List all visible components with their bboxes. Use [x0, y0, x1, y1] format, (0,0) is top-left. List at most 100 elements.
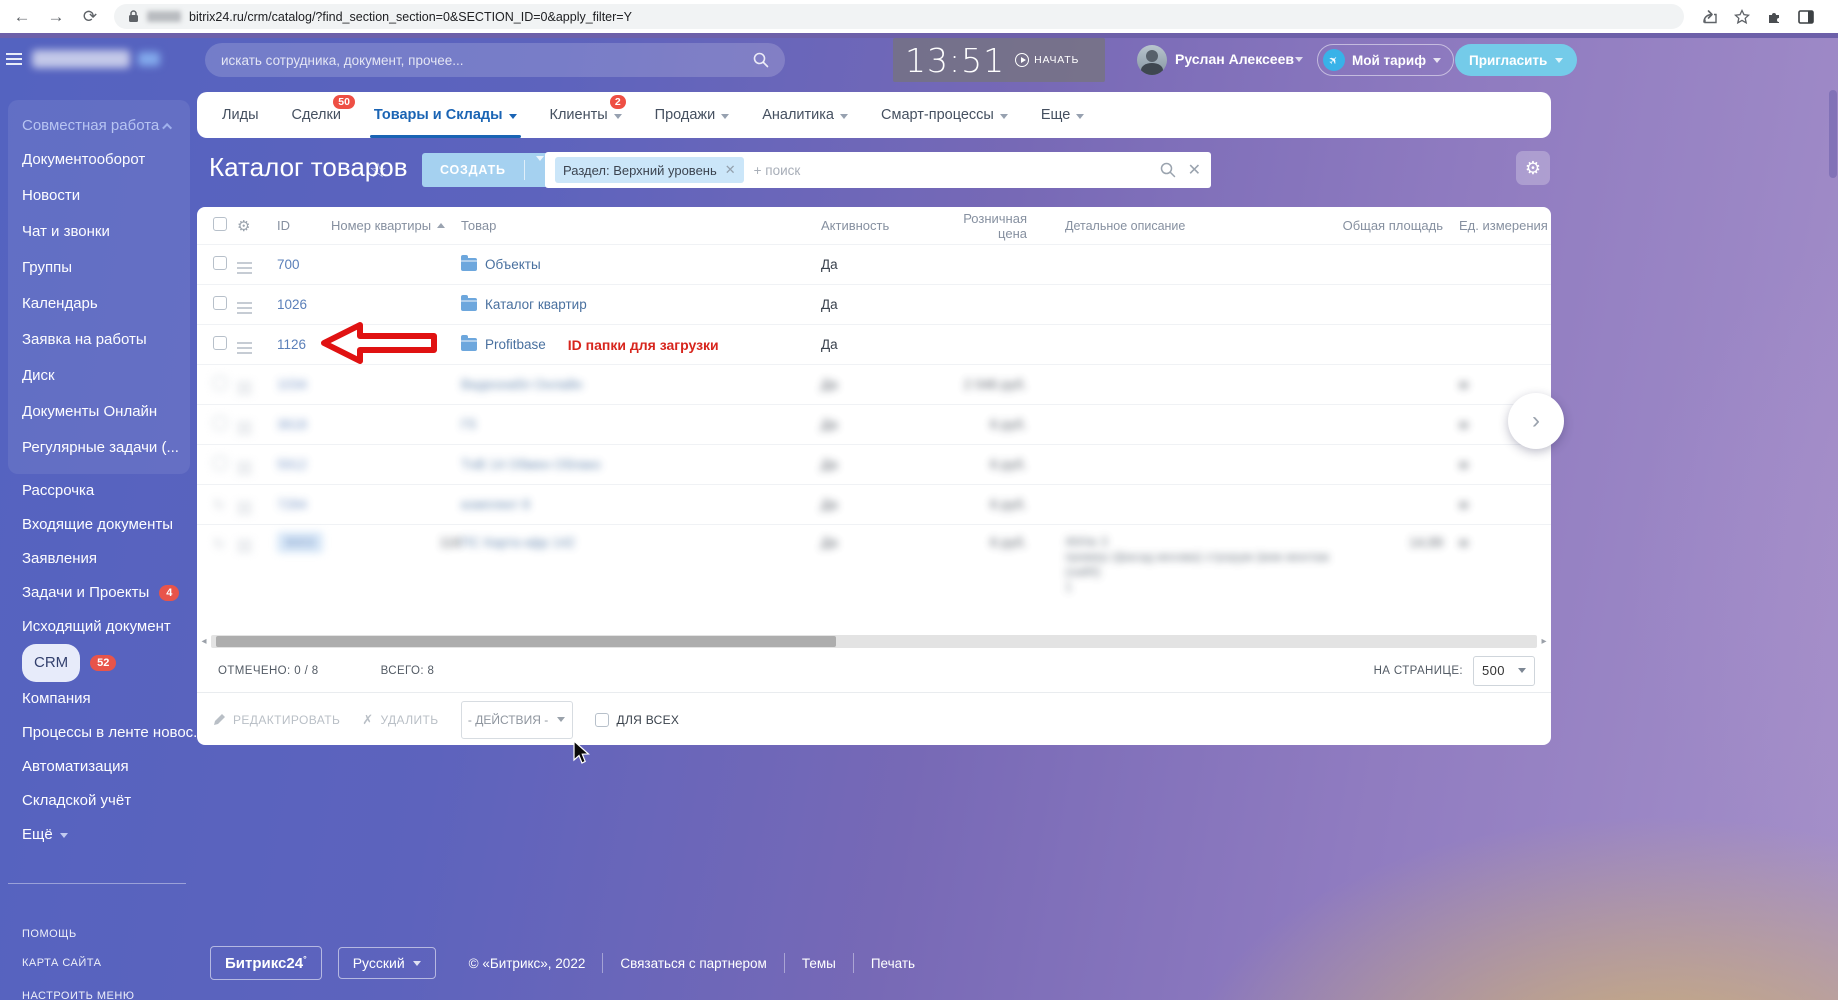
sidebar-item-processy[interactable]: Процессы в ленте новос...: [22, 716, 197, 750]
actions-dropdown[interactable]: - ДЕЙСТВИЯ -: [461, 701, 573, 739]
browser-reload-icon[interactable]: ⟳: [80, 7, 100, 27]
delete-button[interactable]: ✗ УДАЛИТЬ: [362, 712, 438, 728]
bookmark-star-icon[interactable]: [1734, 9, 1750, 25]
sidebar-item-gruppy[interactable]: Группы: [22, 250, 176, 286]
sidebar-item-documents-online[interactable]: Документы Онлайн: [22, 394, 176, 430]
row-checkbox[interactable]: [213, 336, 227, 350]
table-row[interactable]: 1026 Каталог квартир Да: [197, 284, 1551, 324]
for-all-option[interactable]: ДЛЯ ВСЕХ: [595, 713, 680, 727]
scroll-right-icon[interactable]: ▸: [1537, 636, 1551, 647]
scrollbar-track[interactable]: [211, 635, 1537, 648]
row-id-link[interactable]: 700: [277, 257, 300, 272]
sidebar-section-header[interactable]: Совместная работа: [22, 110, 176, 142]
bitrix24-logo-button[interactable]: Битрикс24°: [210, 946, 322, 980]
my-tariff-button[interactable]: ✈ Мой тариф: [1317, 44, 1454, 76]
filter-search-bar[interactable]: Раздел: Верхний уровень ✕ + поиск ✕: [545, 152, 1211, 188]
user-avatar[interactable]: [1137, 45, 1167, 75]
row-id-link[interactable]: 1026: [277, 297, 307, 312]
column-header-activity[interactable]: Активность: [817, 218, 937, 233]
row-menu-icon[interactable]: [237, 267, 252, 269]
column-header-unit[interactable]: Ед. измерения: [1451, 218, 1551, 233]
print-link[interactable]: Печать: [854, 956, 932, 971]
column-header-total-area[interactable]: Общая площадь: [1339, 218, 1451, 233]
sidebar-item-more[interactable]: Ещё: [22, 818, 197, 852]
table-row-redacted[interactable]: ↻ 9003 118 ПС Карта кфр 142 Да 6 руб. ЖК…: [197, 524, 1551, 598]
create-button[interactable]: СОЗДАТЬ: [422, 153, 555, 187]
horizontal-scrollbar[interactable]: ◂ ▸: [197, 634, 1551, 649]
scrollbar-thumb[interactable]: [216, 636, 836, 647]
extensions-puzzle-icon[interactable]: [1766, 9, 1782, 25]
sidebar-item-zayavleniya[interactable]: Заявления: [22, 542, 197, 576]
partner-link[interactable]: Связаться с партнером: [603, 956, 783, 971]
search-icon[interactable]: [1160, 162, 1176, 178]
sidebar-link-help[interactable]: помощь: [22, 928, 134, 940]
scroll-left-icon[interactable]: ◂: [197, 636, 211, 647]
sidebar-item-kompaniya[interactable]: Компания: [22, 682, 197, 716]
column-header-id[interactable]: ID: [269, 218, 327, 233]
sidebar-item-rassrochka[interactable]: Рассрочка: [22, 474, 197, 508]
sidebar-item-documentooborot[interactable]: Документооборот: [22, 142, 176, 178]
sidebar-item-regular-tasks[interactable]: Регулярные задачи (...: [22, 430, 176, 466]
browser-back-icon[interactable]: ←: [12, 7, 32, 27]
tab-more[interactable]: Еще: [1041, 92, 1085, 138]
favorite-star-icon[interactable]: ☆: [369, 158, 387, 183]
column-header-description[interactable]: Детальное описание: [1061, 219, 1339, 233]
address-bar[interactable]: bitrix24.ru/crm/catalog/?find_section_se…: [114, 4, 1684, 29]
sidebar-item-outgoing-doc[interactable]: Исходящий документ: [22, 610, 197, 644]
per-page-select[interactable]: 500: [1473, 656, 1535, 686]
global-search-input[interactable]: искать сотрудника, документ, прочее...: [205, 43, 785, 77]
row-id-link[interactable]: 1126: [277, 337, 306, 352]
edit-button[interactable]: РЕДАКТИРОВАТЬ: [213, 713, 340, 727]
table-row-redacted[interactable]: 5912 ТнВ 14 Обмен Облако Да 6 руб.м: [197, 444, 1551, 484]
sidebar-item-tasks-projects[interactable]: Задачи и Проекты4: [22, 576, 197, 610]
product-link[interactable]: Объекты: [485, 257, 541, 272]
time-tracker[interactable]: 13:51 НАЧАТЬ: [893, 38, 1105, 82]
row-checkbox[interactable]: [213, 296, 227, 310]
table-row-redacted[interactable]: 1034 Видеонабл Онлайн Да 2 046 руб.м: [197, 364, 1551, 404]
invite-button[interactable]: Пригласить: [1455, 44, 1577, 76]
row-checkbox[interactable]: [213, 256, 227, 270]
sidebar-item-chat[interactable]: Чат и звонки: [22, 214, 176, 250]
sidebar-link-sitemap[interactable]: КАРТА САЙТА: [22, 957, 134, 969]
sidebar-item-novosti[interactable]: Новости: [22, 178, 176, 214]
select-all-checkbox[interactable]: [213, 217, 227, 231]
column-header-product[interactable]: Товар: [461, 218, 817, 233]
column-header-retail-price[interactable]: Розничная цена: [937, 211, 1061, 241]
filter-tag-section[interactable]: Раздел: Верхний уровень ✕: [555, 157, 744, 183]
sidebar-item-zayavka[interactable]: Заявка на работы: [22, 322, 176, 358]
product-link[interactable]: Каталог квартир: [485, 297, 587, 312]
product-link[interactable]: Profitbase: [485, 337, 546, 352]
tab-clients[interactable]: Клиенты2: [550, 92, 622, 138]
browser-forward-icon[interactable]: →: [46, 7, 66, 27]
sidebar-link-configure-menu[interactable]: НАСТРОИТЬ МЕНЮ: [22, 990, 134, 1000]
clear-filter-icon[interactable]: ✕: [1188, 160, 1201, 180]
grid-settings-button[interactable]: ⚙: [1516, 151, 1550, 185]
sidebar-item-crm[interactable]: CRM52: [22, 644, 197, 682]
start-workday-button[interactable]: НАЧАТЬ: [1015, 53, 1079, 67]
tab-smart-processes[interactable]: Смарт-процессы: [881, 92, 1008, 138]
tab-leads[interactable]: Лиды: [222, 92, 259, 138]
sidebar-item-incoming-docs[interactable]: Входящие документы: [22, 508, 197, 542]
columns-gear-icon[interactable]: ⚙: [237, 218, 250, 235]
table-row-redacted[interactable]: ↻ 7284 комплект 8 Да 6 руб.м: [197, 484, 1551, 524]
menu-burger-icon[interactable]: [6, 53, 22, 55]
user-name[interactable]: Руслан Алексеев: [1175, 51, 1294, 67]
tab-analytics[interactable]: Аналитика: [762, 92, 848, 138]
page-scrollbar-thumb[interactable]: [1829, 90, 1837, 178]
side-panel-icon[interactable]: [1798, 10, 1814, 24]
table-row[interactable]: 700 Объекты Да: [197, 244, 1551, 284]
themes-link[interactable]: Темы: [785, 956, 853, 971]
user-menu-chevron-icon[interactable]: [1295, 57, 1303, 62]
row-menu-icon[interactable]: [237, 347, 252, 349]
grid-scroll-next-button[interactable]: ›: [1508, 393, 1564, 449]
table-row-redacted[interactable]: 3618 Гб Да 6 руб.м: [197, 404, 1551, 444]
sidebar-item-sklad[interactable]: Складской учёт: [22, 784, 197, 818]
sidebar-item-avtomatizaciya[interactable]: Автоматизация: [22, 750, 197, 784]
tab-deals[interactable]: Сделки50: [292, 92, 341, 138]
language-select[interactable]: Русский: [338, 947, 436, 979]
tab-sales[interactable]: Продажи: [655, 92, 730, 138]
share-icon[interactable]: [1702, 9, 1718, 24]
remove-filter-icon[interactable]: ✕: [725, 162, 736, 178]
row-menu-icon[interactable]: [237, 307, 252, 309]
tab-products-warehouses[interactable]: Товары и Склады: [374, 92, 517, 138]
